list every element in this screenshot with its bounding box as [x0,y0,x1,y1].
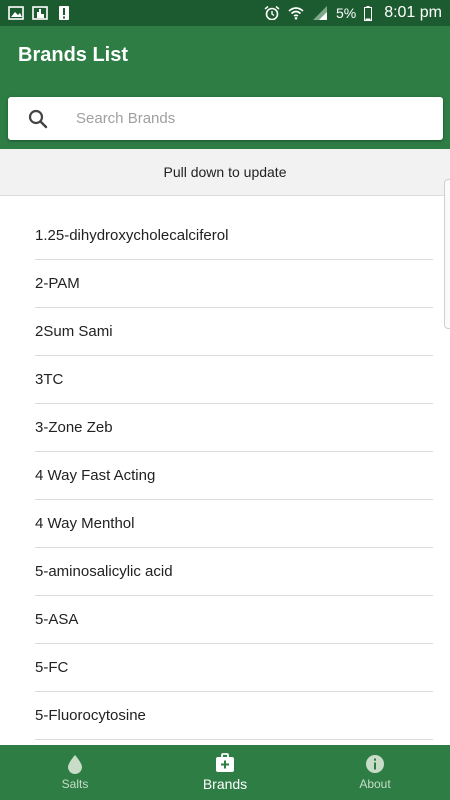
page-title: Brands List [18,44,129,66]
list-item[interactable]: 5-FC [35,644,433,692]
list-item[interactable]: 3-Zone Zeb [35,404,433,452]
search-input[interactable] [74,109,418,128]
list-item[interactable]: 5-ASA [35,596,433,644]
bottom-navigation: Salts Brands About [0,745,450,800]
medical-kit-icon [216,753,234,772]
status-time: 8:01 pm [384,4,442,21]
list-item[interactable]: 2-PAM [35,260,433,308]
alarm-icon [264,6,280,20]
alert-notification-icon [59,6,69,20]
list-item[interactable]: 3TC [35,356,433,404]
search-icon [28,109,48,128]
list-item[interactable]: 4 Way Menthol [35,500,433,548]
pull-to-refresh-hint: Pull down to update [0,149,450,196]
nav-label-brands: Brands [202,776,248,792]
app-bar: Brands List [0,26,450,149]
battery-icon [364,5,373,21]
tap-notification-icon [32,6,48,20]
nav-item-salts[interactable]: Salts [0,745,150,800]
image-notification-icon [8,6,24,20]
list-item[interactable]: 1.25-dihydroxycholecalciferol [35,212,433,260]
nav-item-brands[interactable]: Brands [150,745,300,800]
list-item[interactable]: 2Sum Sami [35,308,433,356]
nav-label-about: About [359,777,391,791]
nav-item-about[interactable]: About [300,745,450,800]
info-icon [366,755,384,773]
wifi-icon [288,7,304,20]
status-left-icons [8,6,72,20]
brands-list[interactable]: 1.25-dihydroxycholecalciferol 2-PAM 2Sum… [0,212,450,744]
fast-scroll-handle[interactable] [444,179,450,329]
list-item[interactable]: 5-Fluorocytosine [35,692,433,740]
signal-icon [312,6,327,20]
search-bar[interactable] [8,97,443,140]
list-item[interactable]: 5-aminosalicylic acid [35,548,433,596]
status-right-icons: 5% 8:01 pm [264,4,442,22]
nav-label-salts: Salts [61,777,89,791]
list-item[interactable]: 4 Way Fast Acting [35,452,433,500]
status-bar: 5% 8:01 pm [0,0,450,26]
drop-icon [68,755,82,774]
battery-percent: 5% [335,5,357,21]
